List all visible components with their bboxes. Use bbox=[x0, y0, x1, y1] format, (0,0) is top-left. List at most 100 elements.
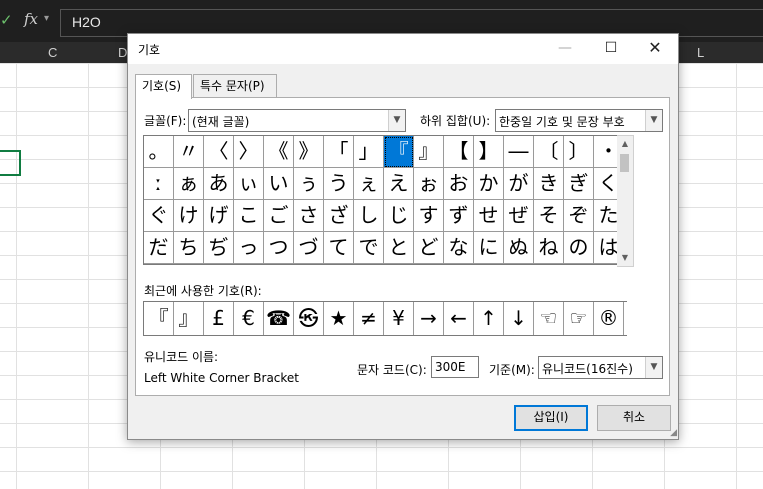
insert-button[interactable]: 삽입(I) bbox=[514, 405, 588, 431]
symbol-cell[interactable]: 〃 bbox=[174, 136, 204, 168]
column-header-d[interactable]: D bbox=[118, 45, 127, 60]
symbol-cell[interactable]: ど bbox=[414, 232, 444, 264]
recent-symbol-cell[interactable]: ㉿ bbox=[294, 302, 324, 335]
symbol-cell[interactable]: ず bbox=[444, 200, 474, 232]
symbol-cell[interactable]: お bbox=[444, 168, 474, 200]
symbol-cell[interactable]: で bbox=[354, 232, 384, 264]
symbol-cell[interactable]: こ bbox=[234, 200, 264, 232]
symbol-cell[interactable]: ぁ bbox=[174, 168, 204, 200]
symbol-cell[interactable]: っ bbox=[234, 232, 264, 264]
symbol-cell[interactable]: ぃ bbox=[234, 168, 264, 200]
symbol-cell[interactable]: す bbox=[414, 200, 444, 232]
symbol-cell[interactable]: げ bbox=[204, 200, 234, 232]
symbol-cell[interactable]: 『 bbox=[384, 136, 414, 168]
enter-check-icon[interactable]: ✓ bbox=[0, 11, 13, 29]
symbol-cell[interactable]: け bbox=[174, 200, 204, 232]
symbol-cell[interactable]: さ bbox=[294, 200, 324, 232]
symbol-cell[interactable]: 】 bbox=[474, 136, 504, 168]
recent-symbol-cell[interactable]: 』 bbox=[174, 302, 204, 335]
symbol-cell[interactable]: そ bbox=[534, 200, 564, 232]
symbol-cell[interactable]: 〕 bbox=[564, 136, 594, 168]
scroll-thumb[interactable] bbox=[620, 154, 629, 172]
symbol-cell[interactable]: ぇ bbox=[354, 168, 384, 200]
symbol-cell[interactable]: て bbox=[324, 232, 354, 264]
dialog-titlebar[interactable]: 기호 — ☐ ✕ bbox=[128, 34, 678, 64]
symbol-cell[interactable]: と bbox=[384, 232, 414, 264]
scroll-up-icon[interactable]: ▲ bbox=[617, 136, 633, 152]
recent-symbol-cell[interactable]: € bbox=[234, 302, 264, 335]
tab-symbols[interactable]: 기호(S) bbox=[135, 74, 192, 99]
symbol-cell[interactable]: ご bbox=[264, 200, 294, 232]
recent-symbol-cell[interactable]: ↑ bbox=[474, 302, 504, 335]
symbol-cell[interactable]: ― bbox=[504, 136, 534, 168]
symbol-cell[interactable]: う bbox=[324, 168, 354, 200]
chevron-down-icon[interactable]: ▾ bbox=[44, 13, 49, 24]
symbol-cell[interactable]: ぉ bbox=[414, 168, 444, 200]
symbol-cell[interactable]: じ bbox=[384, 200, 414, 232]
symbol-cell[interactable]: ぜ bbox=[504, 200, 534, 232]
recent-symbol-cell[interactable]: £ bbox=[204, 302, 234, 335]
symbol-cell[interactable]: ざ bbox=[324, 200, 354, 232]
recent-symbol-cell[interactable]: ≠ bbox=[354, 302, 384, 335]
symbol-cell[interactable]: き bbox=[534, 168, 564, 200]
recent-symbol-cell[interactable]: ☜ bbox=[534, 302, 564, 335]
symbol-grid-scrollbar[interactable]: ▲ ▼ bbox=[617, 135, 634, 267]
symbol-grid[interactable]: 。〃〈〉《》「」『』【】 ― 〔〕・ ː ぁあぃいぅうぇえぉおかがきぎくぐけげこごさざし… bbox=[143, 135, 624, 265]
maximize-button[interactable]: ☐ bbox=[588, 34, 634, 64]
symbol-cell[interactable]: え bbox=[384, 168, 414, 200]
symbol-cell[interactable]: 」 bbox=[354, 136, 384, 168]
font-dropdown[interactable]: (현재 글꼴) ▼ bbox=[188, 109, 406, 132]
column-header-c[interactable]: C bbox=[48, 45, 57, 60]
symbol-cell[interactable]: か bbox=[474, 168, 504, 200]
recent-symbol-cell[interactable]: ® bbox=[594, 302, 624, 335]
symbol-cell[interactable]: い bbox=[264, 168, 294, 200]
recent-symbol-cell[interactable]: ↓ bbox=[504, 302, 534, 335]
symbol-cell[interactable]: ぅ bbox=[294, 168, 324, 200]
symbol-cell[interactable]: 』 bbox=[414, 136, 444, 168]
symbol-cell[interactable]: 》 bbox=[294, 136, 324, 168]
recent-symbol-cell[interactable]: ☎ bbox=[264, 302, 294, 335]
recent-symbol-cell[interactable]: → bbox=[414, 302, 444, 335]
char-code-field[interactable]: 300E bbox=[431, 356, 479, 378]
symbol-cell[interactable]: ː bbox=[144, 168, 174, 200]
symbol-cell[interactable]: し bbox=[354, 200, 384, 232]
subset-dropdown[interactable]: 한중일 기호 및 문장 부호 ▼ bbox=[495, 109, 663, 132]
recent-symbols[interactable]: 『』 £ € ☎ ㉿ ★ ≠ ¥ → ← ↑ ↓ ☜ ☞ ® bbox=[143, 301, 627, 336]
symbol-cell[interactable]: の bbox=[564, 232, 594, 264]
symbol-cell[interactable]: ぐ bbox=[144, 200, 174, 232]
symbol-cell[interactable]: 〈 bbox=[204, 136, 234, 168]
column-header-l[interactable]: L bbox=[697, 45, 704, 60]
symbol-cell[interactable]: な bbox=[444, 232, 474, 264]
close-button[interactable]: ✕ bbox=[632, 34, 678, 64]
symbol-cell[interactable]: せ bbox=[474, 200, 504, 232]
recent-symbol-cell[interactable]: ☞ bbox=[564, 302, 594, 335]
recent-symbol-cell[interactable]: ¥ bbox=[384, 302, 414, 335]
symbol-cell[interactable]: 〔 bbox=[534, 136, 564, 168]
symbol-cell[interactable]: ね bbox=[534, 232, 564, 264]
symbol-cell[interactable]: が bbox=[504, 168, 534, 200]
insert-function-icon[interactable]: fx bbox=[24, 10, 38, 28]
symbol-cell[interactable]: づ bbox=[294, 232, 324, 264]
symbol-cell[interactable]: ち bbox=[174, 232, 204, 264]
symbol-cell[interactable]: ぎ bbox=[564, 168, 594, 200]
scroll-down-icon[interactable]: ▼ bbox=[617, 250, 633, 266]
symbol-cell[interactable]: 【 bbox=[444, 136, 474, 168]
symbol-cell[interactable]: 《 bbox=[264, 136, 294, 168]
resize-grip-icon[interactable]: ◢ bbox=[670, 428, 677, 438]
symbol-cell[interactable]: ぬ bbox=[504, 232, 534, 264]
recent-symbol-cell[interactable]: ← bbox=[444, 302, 474, 335]
cancel-button[interactable]: 취소 bbox=[597, 405, 671, 431]
symbol-cell[interactable]: 。 bbox=[144, 136, 174, 168]
symbol-cell[interactable]: だ bbox=[144, 232, 174, 264]
symbol-cell[interactable]: ぢ bbox=[204, 232, 234, 264]
symbol-cell[interactable]: ぞ bbox=[564, 200, 594, 232]
symbol-cell[interactable]: あ bbox=[204, 168, 234, 200]
symbol-cell[interactable]: つ bbox=[264, 232, 294, 264]
symbol-cell[interactable]: に bbox=[474, 232, 504, 264]
tab-special-characters[interactable]: 특수 문자(P) bbox=[193, 74, 277, 97]
active-cell[interactable] bbox=[0, 150, 21, 176]
recent-symbol-cell[interactable]: ★ bbox=[324, 302, 354, 335]
recent-symbol-cell[interactable]: 『 bbox=[144, 302, 174, 335]
from-dropdown[interactable]: 유니코드(16진수) ▼ bbox=[538, 356, 663, 379]
symbol-cell[interactable]: 〉 bbox=[234, 136, 264, 168]
